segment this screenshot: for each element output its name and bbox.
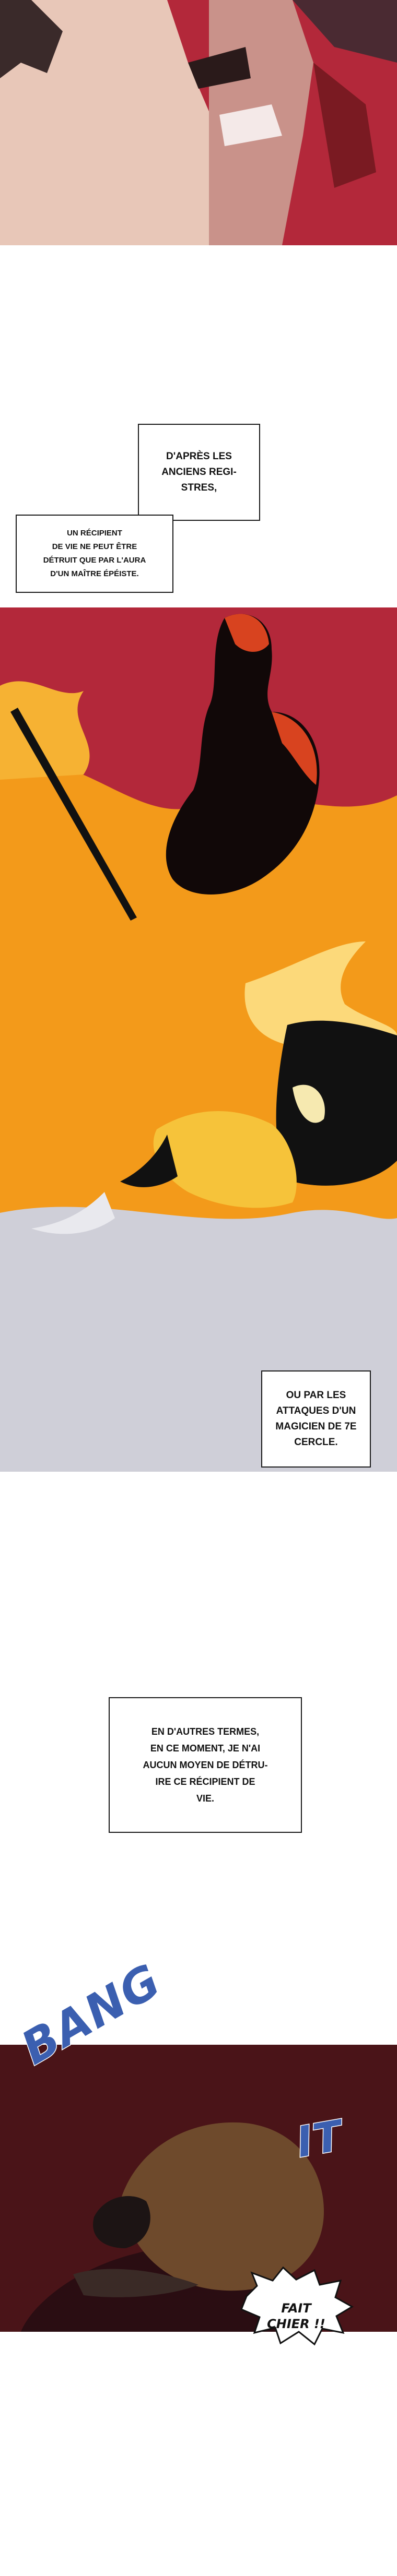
sfx-it: IT — [292, 2110, 347, 2168]
caption-no-way-to-destroy-text: EN D'AUTRES TERMES, EN CE MOMENT, JE N'A… — [143, 1726, 268, 1804]
sword-master-magician-illustration — [0, 607, 397, 1472]
panel-sword-master-magician — [0, 607, 397, 1472]
sfx-it-text: IT — [292, 2110, 347, 2168]
caption-no-way-to-destroy: EN D'AUTRES TERMES, EN CE MOMENT, JE N'A… — [109, 1697, 302, 1833]
caption-ancient-registers: D'APRÈS LES ANCIENS REGI- STRES, — [138, 424, 260, 521]
caption-seventh-circle-magician-text: OU PAR LES ATTAQUES D'UN MAGICIEN DE 7E … — [275, 1390, 357, 1448]
caption-seventh-circle-magician: OU PAR LES ATTAQUES D'UN MAGICIEN DE 7E … — [261, 1370, 371, 1468]
caption-life-vessel-text: UN RÉCIPIENT DE VIE NE PEUT ÊTRE DÉTRUIT… — [43, 529, 146, 578]
caption-life-vessel: UN RÉCIPIENT DE VIE NE PEUT ÊTRE DÉTRUIT… — [16, 515, 173, 593]
speech-curse-text: FAIT CHIER !! — [267, 2301, 325, 2331]
caption-ancient-registers-text: D'APRÈS LES ANCIENS REGI- STRES, — [161, 451, 237, 493]
closeup-face-illustration — [0, 0, 397, 245]
speech-curse: FAIT CHIER !! — [251, 2285, 342, 2332]
panel-top-closeup — [0, 0, 397, 245]
